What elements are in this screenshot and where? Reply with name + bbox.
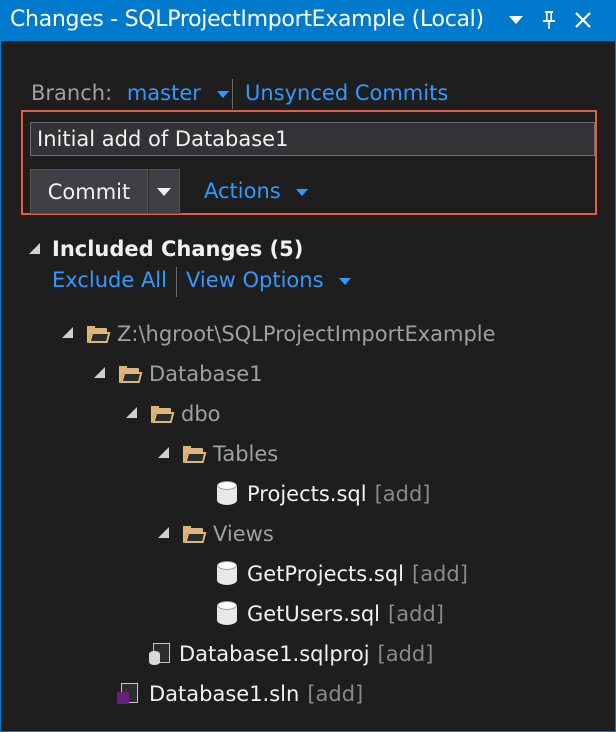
view-options-link: View Options [186,268,324,292]
pin-icon[interactable] [536,7,562,33]
database-file-icon [217,601,237,627]
tree-item-label: Projects.sql [247,482,367,506]
tree-item-label: Z:\hgroot\SQLProjectImportExample [117,322,496,346]
divider [232,79,233,109]
commit-button[interactable]: Commit [30,169,148,214]
tree-item-views-folder[interactable]: Views [183,520,274,548]
change-type-tag: [add] [412,562,468,586]
folder-icon [119,365,143,383]
expander-icon[interactable] [62,327,73,338]
included-changes-links: Exclude All [52,268,167,292]
tree-item-tables-folder[interactable]: Tables [183,440,278,468]
change-type-tag: [add] [374,482,431,506]
tree-item-getprojects-sql[interactable]: GetProjects.sql [add] [217,560,468,588]
expander-icon[interactable] [158,527,169,538]
actions-dropdown-icon [296,188,309,196]
folder-icon [87,325,111,343]
tree-item-database1-folder[interactable]: Database1 [119,360,263,388]
tree-item-root-folder[interactable]: Z:\hgroot\SQLProjectImportExample [87,320,496,348]
tree-item-sln[interactable]: Database1.sln [add] [117,680,363,708]
branch-selector[interactable]: master [127,81,201,105]
tree-item-label: Views [213,522,274,546]
commit-message-input[interactable]: Initial add of Database1 [30,122,595,156]
tree-item-label: Tables [213,442,279,466]
close-icon[interactable] [570,7,596,33]
tree-item-getusers-sql[interactable]: GetUsers.sql [add] [217,600,444,628]
branch-dropdown-icon[interactable] [216,90,229,98]
folder-icon [183,525,207,543]
actions-menu[interactable]: Actions [204,179,309,203]
database-file-icon [217,561,237,587]
exclude-all-link[interactable]: Exclude All [52,268,167,292]
window-title: Changes - SQLProjectImportExample (Local… [10,7,484,32]
branch-label: Branch: [31,81,113,105]
tree-item-label: dbo [181,402,221,426]
expander-icon[interactable] [126,407,137,418]
title-bar: Changes - SQLProjectImportExample (Local… [1,1,615,41]
tree-item-sqlproj[interactable]: Database1.sqlproj [add] [149,640,433,668]
folder-icon [151,405,175,423]
view-options-dropdown-icon [339,277,352,285]
tree-item-label: GetProjects.sql [247,562,404,586]
included-changes-header[interactable]: Included Changes (5) [52,237,303,261]
change-type-tag: [add] [388,602,444,626]
tree-item-label: GetUsers.sql [247,602,381,626]
expander-icon[interactable] [29,243,40,254]
tree-item-label: Database1 [149,362,263,386]
expander-icon[interactable] [94,367,105,378]
actions-label: Actions [204,179,281,203]
dropdown-arrow-icon [157,187,171,196]
database-file-icon [217,481,237,507]
tree-item-dbo-folder[interactable]: dbo [151,400,221,428]
change-type-tag: [add] [377,642,434,666]
change-type-tag: [add] [307,682,364,706]
commit-options-dropdown[interactable] [148,169,180,214]
tree-item-label: Database1.sln [149,682,300,706]
folder-icon [183,445,207,463]
changes-panel: Changes - SQLProjectImportExample (Local… [0,0,616,732]
branch-row: Branch: master [31,81,229,111]
unsynced-commits-link[interactable]: Unsynced Commits [245,81,448,105]
view-options-menu[interactable]: View Options [186,268,352,292]
window-menu-dropdown-icon[interactable] [503,7,529,33]
tree-item-label: Database1.sqlproj [179,642,370,666]
solution-icon [117,683,139,705]
expander-icon[interactable] [158,447,169,458]
divider [176,267,177,297]
sql-project-icon [149,643,171,665]
tree-item-projects-sql[interactable]: Projects.sql [add] [217,480,431,508]
